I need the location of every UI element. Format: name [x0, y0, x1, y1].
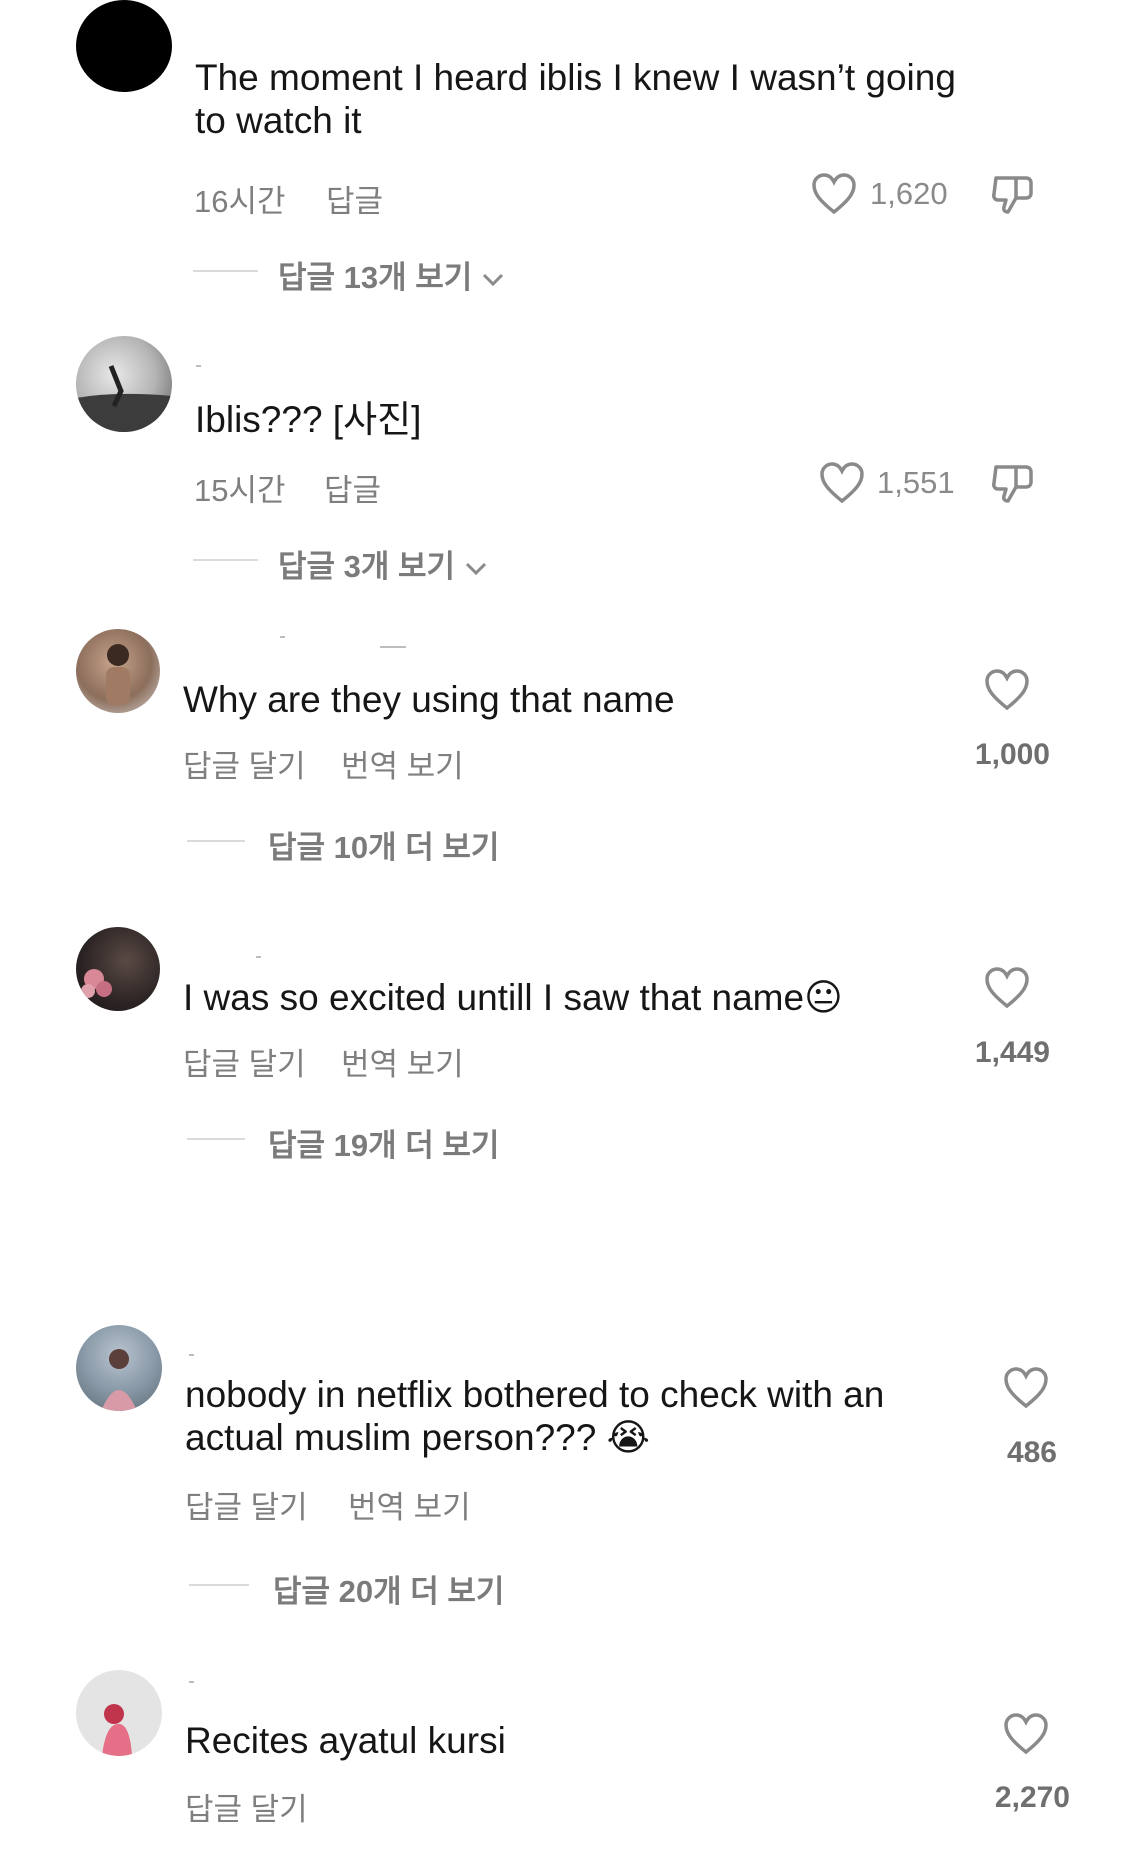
view-replies-label: 답글 13개 보기	[278, 260, 473, 295]
chevron-down-icon	[464, 549, 488, 584]
like-count: 2,270	[994, 1781, 1070, 1814]
view-replies-label: 답글 3개 보기	[278, 549, 456, 584]
comment-text-label: I was so excited untill I saw that name	[183, 977, 805, 1018]
comment-text: Recites ayatul kursi	[185, 1720, 506, 1761]
username-hint	[189, 1354, 194, 1356]
view-replies-label: 답글 20개 더 보기	[273, 1574, 505, 1609]
heart-icon[interactable]	[984, 668, 1030, 712]
comment-text: nobody in netflix bothered to check with…	[185, 1373, 975, 1459]
view-replies-label: 답글 19개 더 보기	[268, 1128, 500, 1163]
comment-text-line: nobody in netflix bothered to check with…	[185, 1374, 885, 1415]
username-hint	[189, 1681, 194, 1683]
like-count: 1,449	[974, 1036, 1050, 1069]
avatar[interactable]	[76, 1670, 162, 1756]
view-replies-button[interactable]: 답글 10개 더 보기	[268, 822, 499, 867]
reply-button[interactable]: 답글 달기	[185, 1482, 308, 1527]
comment-text: The moment I heard iblis I knew I wasn’t…	[195, 57, 956, 141]
reply-button[interactable]: 답글 달기	[185, 1784, 308, 1829]
username-hint	[280, 636, 285, 638]
dislike-icon[interactable]	[990, 172, 1036, 218]
dislike-icon[interactable]	[990, 461, 1036, 507]
view-replies-button[interactable]: 답글 20개 더 보기	[273, 1566, 504, 1611]
comment-text-label: actual muslim person???	[185, 1417, 607, 1458]
divider	[193, 270, 258, 272]
avatar[interactable]	[76, 336, 172, 432]
comment-text: Iblis??? [사진]	[195, 399, 422, 440]
username-hint	[196, 365, 201, 367]
reply-button[interactable]: 답글	[326, 176, 383, 221]
translate-button[interactable]: 번역 보기	[348, 1482, 471, 1527]
view-replies-label: 답글 10개 더 보기	[268, 830, 500, 865]
like-count: 1,620	[870, 176, 948, 211]
divider	[193, 559, 258, 561]
translate-button[interactable]: 번역 보기	[341, 1039, 464, 1084]
avatar[interactable]	[76, 927, 160, 1011]
view-replies-button[interactable]: 답글 19개 더 보기	[268, 1120, 499, 1165]
translate-button[interactable]: 번역 보기	[341, 741, 464, 786]
heart-icon[interactable]	[819, 461, 865, 505]
comment-time: 16시간	[194, 184, 286, 219]
neutral-face-emoji: 😐	[804, 976, 843, 1019]
divider	[187, 840, 245, 842]
username-hint	[380, 646, 406, 648]
like-count: 486	[1006, 1436, 1057, 1469]
crying-face-emoji: 😭	[606, 1416, 650, 1459]
comment-text: Why are they using that name	[183, 679, 675, 720]
divider	[187, 1138, 245, 1140]
heart-icon[interactable]	[1003, 1712, 1049, 1756]
reply-button[interactable]: 답글 달기	[183, 741, 306, 786]
comment-text-line: actual muslim person??? 😭	[185, 1416, 975, 1459]
heart-icon[interactable]	[1003, 1366, 1049, 1410]
view-replies-button[interactable]: 답글 3개 보기	[278, 541, 488, 586]
chevron-down-icon	[481, 260, 505, 295]
heart-icon[interactable]	[811, 172, 857, 216]
comment-time: 15시간	[194, 473, 286, 508]
view-replies-button[interactable]: 답글 13개 보기	[278, 252, 505, 297]
divider	[189, 1584, 249, 1586]
heart-icon[interactable]	[984, 966, 1030, 1010]
avatar[interactable]	[76, 1325, 162, 1411]
like-count: 1,551	[877, 465, 955, 500]
username-hint	[256, 956, 261, 958]
like-count: 1,000	[974, 738, 1050, 771]
comment-text: I was so excited untill I saw that name😐	[183, 976, 843, 1019]
avatar[interactable]	[76, 629, 160, 713]
avatar[interactable]	[76, 0, 172, 92]
reply-button[interactable]: 답글	[324, 465, 381, 510]
reply-button[interactable]: 답글 달기	[183, 1039, 306, 1084]
